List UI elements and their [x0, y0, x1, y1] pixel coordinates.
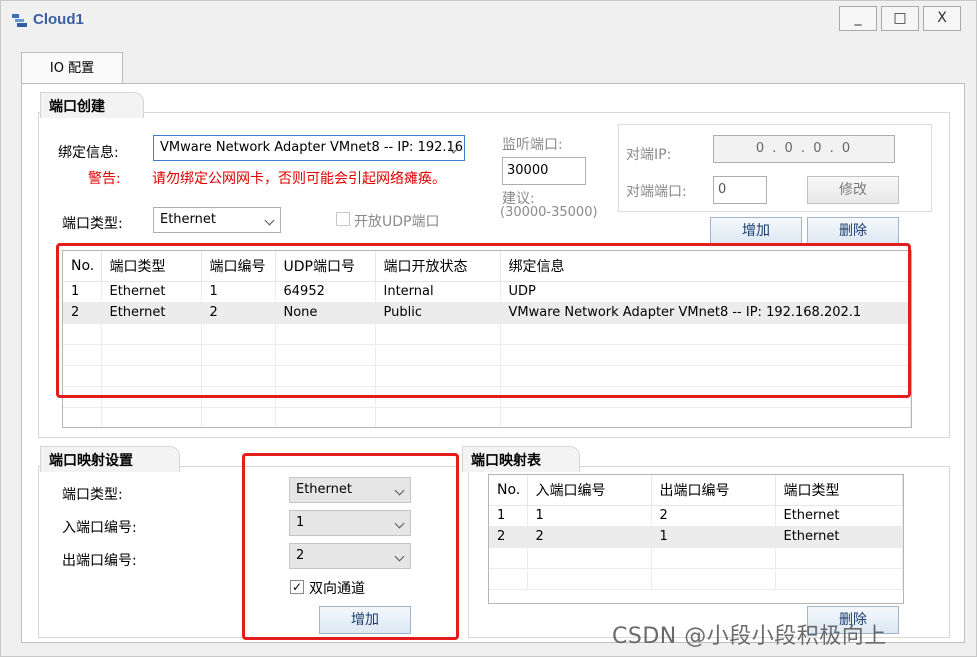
- highlight-box: [56, 243, 911, 398]
- window-title: Cloud1: [33, 11, 84, 28]
- csdn-watermark: CSDN @小段小段积极向上: [612, 624, 887, 649]
- table-cell: 1: [651, 526, 776, 548]
- minimize-button[interactable]: _: [839, 6, 877, 31]
- listen-port-label: 监听端口:: [502, 137, 563, 153]
- peer-port-label: 对端端口:: [626, 184, 687, 200]
- cloud-config-window: Cloud1 _ □ X IO 配置 端口创建 绑定信息: VMware Net…: [0, 0, 977, 657]
- table-cell: 1: [489, 505, 528, 527]
- column-header[interactable]: 入端口编号: [527, 475, 652, 506]
- in-port-label: 入端口编号:: [62, 520, 137, 536]
- mapping-table: No. 入端口编号 出端口编号 端口类型 1 1 2 Ethernet 2 2: [488, 474, 904, 604]
- bind-info-select[interactable]: VMware Network Adapter VMnet8 -- IP: 192…: [153, 135, 465, 161]
- peer-ip-input[interactable]: 0 . 0 . 0 . 0: [713, 135, 895, 163]
- map-type-label: 端口类型:: [62, 487, 123, 503]
- peer-ip-label: 对端IP:: [626, 147, 672, 163]
- table-cell: 2: [489, 526, 528, 548]
- table-row[interactable]: 1 1 2 Ethernet: [489, 505, 903, 527]
- title-bar: Cloud1 _ □ X: [1, 1, 976, 37]
- chevron-down-icon: [264, 215, 275, 226]
- add-port-button[interactable]: 增加: [710, 217, 802, 245]
- open-udp-checkbox[interactable]: [336, 212, 350, 226]
- bind-info-value: VMware Network Adapter VMnet8 -- IP: 192…: [160, 140, 464, 155]
- port-type-select[interactable]: Ethernet: [153, 207, 281, 233]
- table-row[interactable]: 2 2 1 Ethernet: [489, 526, 903, 548]
- listen-port-input[interactable]: 30000: [502, 157, 586, 185]
- port-type-label: 端口类型:: [62, 216, 123, 232]
- open-udp-label: 开放UDP端口: [354, 214, 440, 230]
- peer-ip-octet: 0: [755, 141, 767, 156]
- mapping-table-title: 端口映射表: [462, 446, 580, 472]
- delete-port-button[interactable]: 删除: [807, 217, 899, 245]
- table-cell: Ethernet: [775, 526, 903, 548]
- highlight-box: [242, 453, 459, 640]
- warning-label: 警告:: [88, 171, 121, 187]
- tab-content: 端口创建 绑定信息: VMware Network Adapter VMnet8…: [21, 83, 965, 643]
- table-cell: Ethernet: [775, 505, 903, 527]
- mapping-settings-title: 端口映射设置: [40, 446, 180, 472]
- bind-info-label: 绑定信息:: [58, 145, 119, 161]
- warning-text: 请勿绑定公网网卡，否则可能会引起网络瘫痪。: [152, 171, 446, 187]
- table-row-empty: [489, 547, 903, 569]
- column-header[interactable]: No.: [489, 475, 528, 506]
- out-port-label: 出端口编号:: [62, 553, 137, 569]
- cloud-app-icon: [12, 14, 27, 27]
- table-cell: 1: [527, 505, 652, 527]
- port-type-value: Ethernet: [160, 212, 216, 227]
- peer-ip-octet: 0: [784, 141, 795, 156]
- peer-ip-octet: 0: [841, 141, 853, 156]
- close-button[interactable]: X: [923, 6, 961, 31]
- maximize-button[interactable]: □: [881, 6, 919, 31]
- column-header[interactable]: 端口类型: [775, 475, 903, 506]
- peer-ip-octet: 0: [813, 141, 824, 156]
- column-header[interactable]: 出端口编号: [651, 475, 776, 506]
- port-create-title: 端口创建: [40, 92, 144, 118]
- table-cell: 2: [527, 526, 652, 548]
- table-row-empty: [63, 407, 911, 427]
- table-row-empty: [489, 568, 903, 590]
- peer-port-input[interactable]: 0: [713, 176, 767, 204]
- modify-button[interactable]: 修改: [807, 176, 899, 204]
- suggest-range: (30000-35000): [500, 205, 598, 220]
- tab-io-config[interactable]: IO 配置: [21, 52, 123, 84]
- table-cell: 2: [651, 505, 776, 527]
